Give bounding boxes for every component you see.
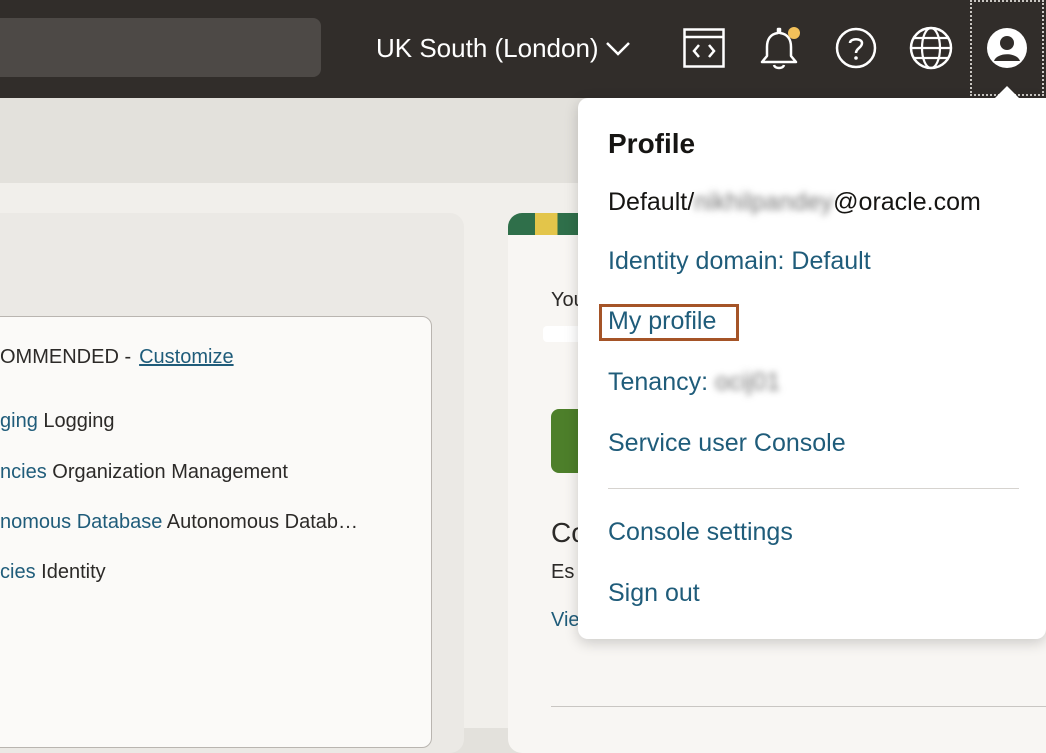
menu-divider	[608, 488, 1019, 489]
code-editor-button[interactable]	[680, 24, 728, 72]
profile-menu-title: Profile	[608, 128, 696, 159]
bell-icon	[760, 27, 800, 70]
recommended-header: OMMENDED - Customize	[0, 346, 234, 369]
top-navigation-bar: UK South (London)	[0, 0, 1046, 98]
help-icon	[835, 27, 877, 69]
identity-domain-link[interactable]: Identity domain: Default	[608, 247, 871, 276]
chevron-down-icon	[605, 42, 630, 56]
email-suffix: @oracle.com	[833, 188, 981, 216]
domain-prefix: Default/	[608, 188, 695, 216]
search-input[interactable]	[0, 18, 321, 77]
region-label: UK South (London)	[376, 32, 599, 63]
customize-link[interactable]: Customize	[139, 346, 233, 368]
list-item: nomous Database Autonomous Datab…	[0, 511, 358, 534]
list-item: ging Logging	[0, 410, 115, 433]
list-item-text: Identity	[41, 561, 106, 583]
my-profile-link[interactable]: My profile	[608, 307, 716, 336]
divider	[551, 706, 1046, 707]
right-panel-link[interactable]: Vie	[551, 609, 580, 632]
list-item-link[interactable]: cies	[0, 561, 36, 583]
dropdown-caret	[994, 86, 1020, 99]
language-button[interactable]	[907, 24, 955, 72]
notifications-button[interactable]	[756, 24, 804, 72]
right-panel-input[interactable]	[543, 326, 583, 342]
notification-dot	[788, 27, 800, 39]
region-selector[interactable]: UK South (London)	[376, 30, 631, 66]
list-item-link[interactable]: ncies	[0, 461, 47, 483]
list-item-link[interactable]: nomous Database	[0, 511, 162, 533]
list-item: ncies Organization Management	[0, 461, 288, 484]
service-user-console-link[interactable]: Service user Console	[608, 429, 846, 458]
user-avatar-icon	[987, 28, 1027, 68]
recommended-label: OMMENDED -	[0, 346, 132, 368]
tenancy-label: Tenancy:	[608, 368, 709, 396]
tenancy-link[interactable]: Tenancy: ocij01	[608, 368, 780, 397]
console-settings-link[interactable]: Console settings	[608, 518, 793, 547]
sign-out-link[interactable]: Sign out	[608, 579, 700, 608]
profile-button[interactable]	[970, 0, 1044, 96]
globe-icon	[909, 26, 953, 70]
code-editor-icon	[683, 28, 725, 68]
list-item-text: Organization Management	[52, 461, 288, 483]
list-item-link[interactable]: ging	[0, 410, 38, 432]
redacted-tenancy: ocij01	[715, 368, 781, 396]
user-email: Default/nikhilpandey@oracle.com	[608, 188, 981, 217]
right-panel-text: Es	[551, 561, 575, 583]
list-item-text: Autonomous Datab…	[166, 511, 359, 533]
redacted-email: nikhilpandey	[694, 188, 834, 216]
list-item-text: Logging	[43, 410, 115, 432]
list-item: cies Identity	[0, 561, 106, 584]
help-button[interactable]	[832, 24, 880, 72]
